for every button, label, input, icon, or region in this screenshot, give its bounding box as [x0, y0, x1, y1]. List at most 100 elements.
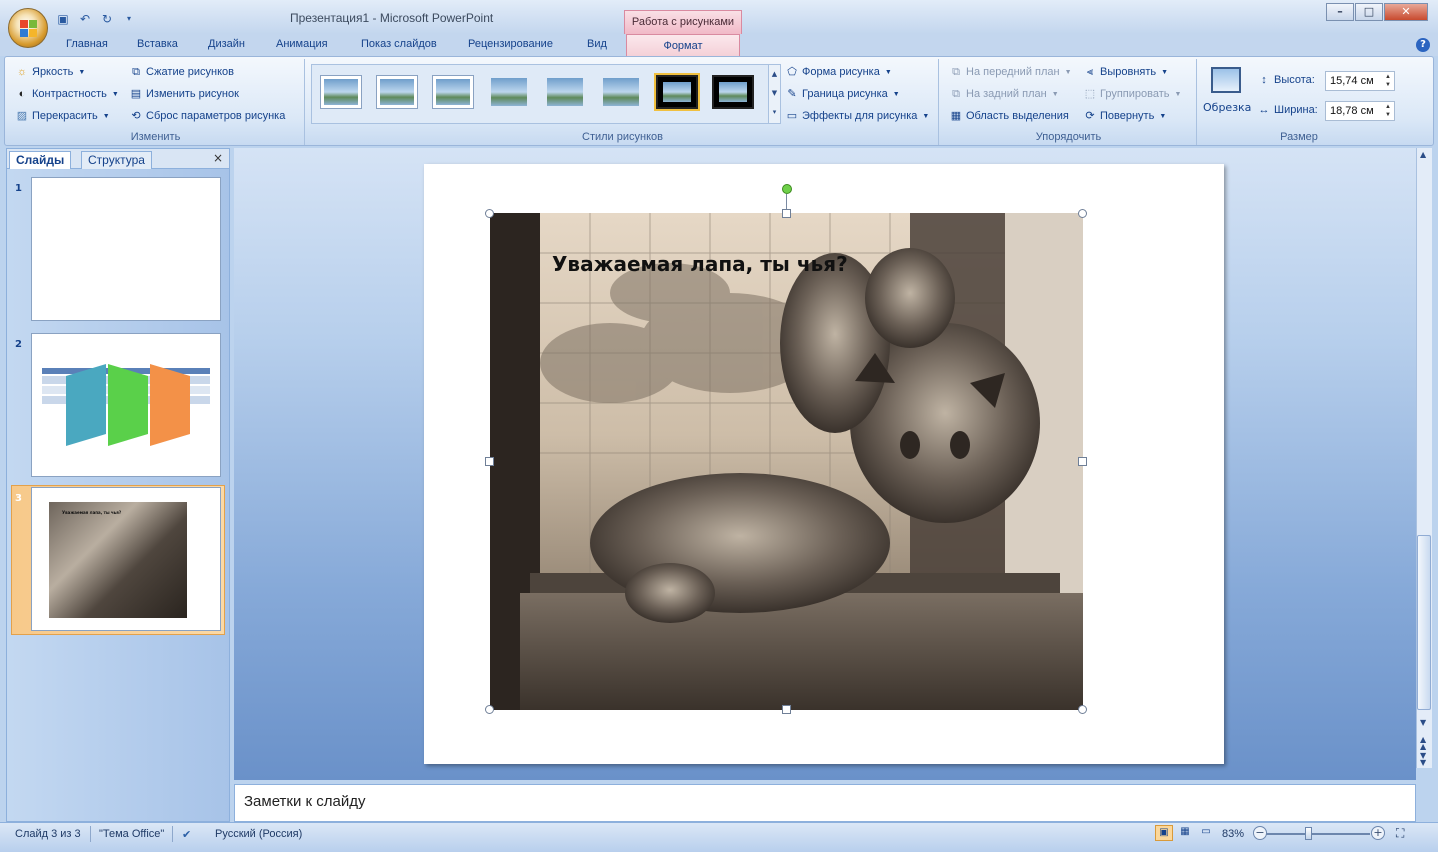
- tab-slides[interactable]: Слайды: [9, 151, 72, 169]
- send-to-back-button[interactable]: ⧉ На задний план ▼: [949, 87, 1059, 101]
- selection-pane-button[interactable]: ▦ Область выделения: [949, 109, 1069, 123]
- style-thumb-2[interactable]: [376, 75, 418, 109]
- style-thumb-6[interactable]: [600, 75, 642, 109]
- brightness-label: Яркость: [32, 66, 74, 78]
- height-label-wrap: ↕ Высота:: [1257, 73, 1315, 87]
- scroll-up-icon[interactable]: ▲: [1420, 150, 1426, 159]
- redo-icon[interactable]: ↻: [100, 12, 114, 26]
- spellcheck-icon[interactable]: ✔: [182, 828, 191, 841]
- style-thumb-5[interactable]: [544, 75, 586, 109]
- crop-icon: [1211, 67, 1241, 93]
- size-group-label: Размер: [1280, 131, 1318, 143]
- height-value: 15,74 см: [1330, 75, 1374, 87]
- picture-shape-label: Форма рисунка: [802, 66, 880, 78]
- zoom-level[interactable]: 83%: [1222, 828, 1244, 840]
- slide-thumb-2[interactable]: [31, 333, 221, 477]
- zoom-out-icon[interactable]: −: [1253, 826, 1267, 840]
- compress-pictures-button[interactable]: ⧉ Сжатие рисунков: [129, 65, 234, 79]
- slide-sorter-icon[interactable]: ▦: [1176, 825, 1194, 841]
- contrast-icon: ◐: [18, 88, 26, 100]
- adjust-group: ☼ Яркость ▼ ◐ Контрастность ▼ ▨ Перекрасит…: [7, 59, 305, 145]
- office-button[interactable]: [8, 8, 48, 48]
- slideshow-view-icon[interactable]: ▭: [1197, 825, 1215, 841]
- rotate-button[interactable]: ⟳ Повернуть ▼: [1083, 109, 1166, 123]
- rotation-handle[interactable]: [782, 184, 792, 194]
- resize-handle-s[interactable]: [782, 705, 791, 714]
- arrange-group: ⧉ На передний план ▼ ⧉ На задний план ▼ ▦ …: [941, 59, 1197, 145]
- width-spin-arrows[interactable]: ▲ ▼: [1385, 103, 1391, 119]
- theme-name[interactable]: "Тема Office": [99, 828, 164, 840]
- prev-slide-icon[interactable]: ▲ ▲: [1420, 736, 1426, 751]
- tab-format[interactable]: Формат: [626, 34, 740, 56]
- tab-view[interactable]: Вид: [587, 38, 607, 50]
- minimize-button[interactable]: –: [1326, 3, 1354, 21]
- style-thumb-3[interactable]: [432, 75, 474, 109]
- resize-handle-se[interactable]: [1078, 705, 1087, 714]
- notes-pane[interactable]: Заметки к слайду: [234, 784, 1416, 822]
- zoom-slider-knob[interactable]: [1305, 827, 1312, 840]
- slide-thumb-3[interactable]: Уважаемая лапа, ты чья?: [31, 487, 221, 631]
- tab-home[interactable]: Главная: [66, 38, 108, 50]
- window-title: Презентация1 - Microsoft PowerPoint: [290, 11, 494, 25]
- sun-icon: ☼: [16, 66, 28, 78]
- scrollbar-thumb[interactable]: [1417, 535, 1431, 710]
- help-icon[interactable]: ?: [1416, 38, 1430, 52]
- width-label-wrap: ↔ Ширина:: [1257, 103, 1318, 117]
- close-pane-icon[interactable]: ×: [213, 151, 223, 165]
- picture-shape-button[interactable]: ⬠ Форма рисунка ▼: [785, 65, 892, 79]
- save-icon[interactable]: ▣: [56, 12, 70, 26]
- styles-group-label: Стили рисунков: [582, 131, 663, 143]
- reset-picture-button[interactable]: ⟲ Сброс параметров рисунка: [129, 109, 285, 123]
- next-slide-icon[interactable]: ▼ ▼: [1420, 752, 1426, 767]
- style-thumb-1[interactable]: [320, 75, 362, 109]
- recolor-button[interactable]: ▨ Перекрасить ▼: [15, 109, 110, 123]
- bring-to-front-button[interactable]: ⧉ На передний план ▼: [949, 65, 1071, 79]
- resize-handle-w[interactable]: [485, 457, 494, 466]
- slide-caption[interactable]: Уважаемая лапа, ты чья?: [552, 252, 848, 276]
- resize-handle-ne[interactable]: [1078, 209, 1087, 218]
- bring-front-icon: ⧉: [952, 66, 960, 78]
- group-button[interactable]: ⬚ Группировать ▼: [1083, 87, 1182, 101]
- undo-icon[interactable]: ↶: [78, 12, 92, 26]
- maximize-button[interactable]: □: [1355, 3, 1383, 21]
- zoom-in-icon[interactable]: +: [1371, 826, 1385, 840]
- style-thumb-4[interactable]: [488, 75, 530, 109]
- slide-number: 3: [15, 493, 22, 504]
- tab-review[interactable]: Рецензирование: [468, 38, 553, 50]
- resize-handle-e[interactable]: [1078, 457, 1087, 466]
- tab-design[interactable]: Дизайн: [208, 38, 245, 50]
- tab-slideshow[interactable]: Показ слайдов: [361, 38, 437, 50]
- send-back-icon: ⧉: [952, 88, 960, 100]
- zoom-slider[interactable]: [1266, 833, 1370, 835]
- tab-insert[interactable]: Вставка: [137, 38, 178, 50]
- normal-view-icon[interactable]: ▣: [1155, 825, 1173, 841]
- style-thumb-8[interactable]: [712, 75, 754, 109]
- width-input[interactable]: 18,78 см ▲ ▼: [1325, 101, 1395, 121]
- picture-effects-button[interactable]: ▭ Эффекты для рисунка ▼: [785, 109, 930, 123]
- height-spin-arrows[interactable]: ▲ ▼: [1385, 73, 1391, 89]
- contrast-button[interactable]: ◐ Контрастность ▼: [15, 87, 119, 101]
- scroll-down-icon[interactable]: ▼: [1420, 718, 1426, 727]
- height-input[interactable]: 15,74 см ▲ ▼: [1325, 71, 1395, 91]
- fit-to-window-icon[interactable]: ⛶: [1396, 826, 1404, 841]
- selected-picture[interactable]: [490, 213, 1083, 710]
- width-label: Ширина:: [1274, 104, 1318, 116]
- gallery-scroll[interactable]: ▲ ▼ ▾: [768, 65, 780, 123]
- picture-styles-gallery: ▲ ▼ ▾: [311, 64, 781, 124]
- tab-outline[interactable]: Структура: [81, 151, 152, 169]
- window-controls: – □ ✕: [1326, 3, 1428, 21]
- customize-qat-icon[interactable]: ▾: [122, 12, 136, 26]
- tab-animation[interactable]: Анимация: [276, 38, 328, 50]
- slide-thumb-1[interactable]: [31, 177, 221, 321]
- language[interactable]: Русский (Россия): [215, 828, 302, 840]
- close-button[interactable]: ✕: [1384, 3, 1428, 21]
- change-picture-button[interactable]: ▤ Изменить рисунок: [129, 87, 239, 101]
- resize-handle-sw[interactable]: [485, 705, 494, 714]
- resize-handle-nw[interactable]: [485, 209, 494, 218]
- brightness-button[interactable]: ☼ Яркость ▼: [15, 65, 85, 79]
- style-thumb-7[interactable]: [654, 73, 700, 111]
- align-button[interactable]: ⫷ Выровнять ▼: [1083, 65, 1168, 79]
- resize-handle-n[interactable]: [782, 209, 791, 218]
- picture-border-button[interactable]: ✎ Граница рисунка ▼: [785, 87, 899, 101]
- crop-button[interactable]: Обрезка: [1203, 63, 1251, 123]
